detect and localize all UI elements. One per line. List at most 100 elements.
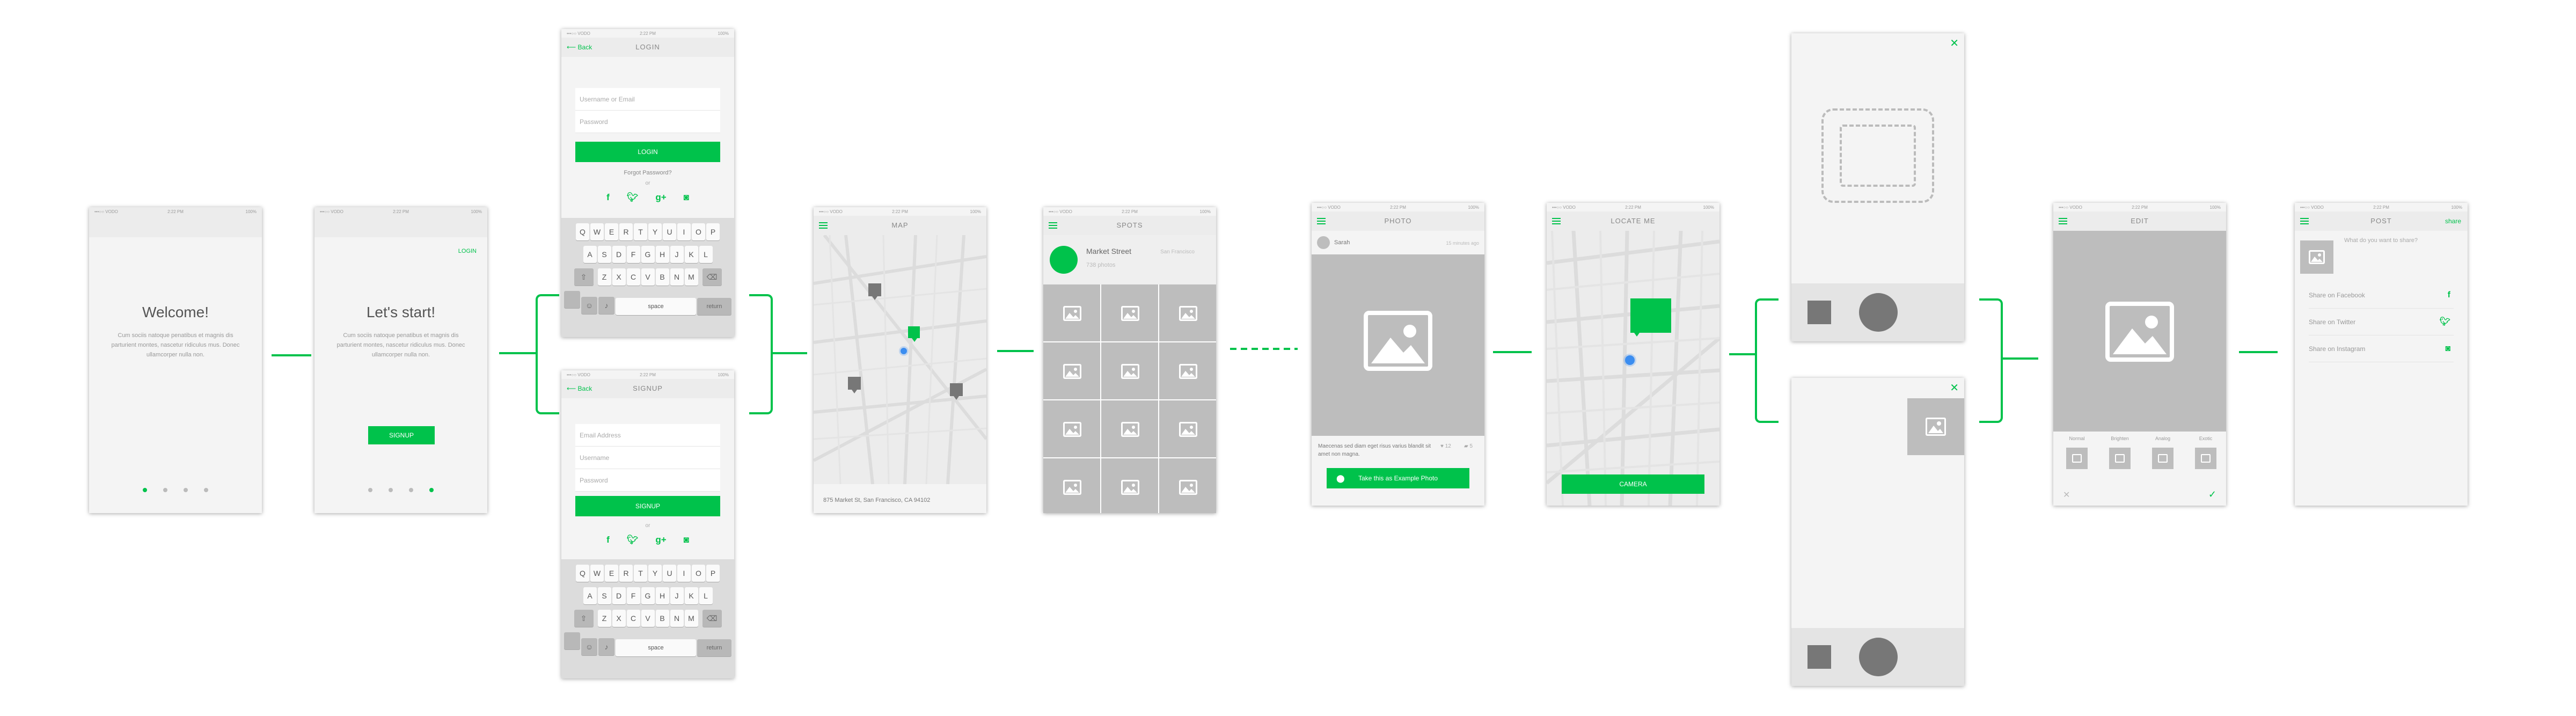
key-h[interactable]: H: [655, 587, 669, 604]
key-j[interactable]: J: [670, 246, 684, 263]
key-v[interactable]: V: [641, 268, 655, 286]
emoji-key[interactable]: ☺: [581, 638, 597, 655]
page-dot[interactable]: [184, 488, 188, 492]
login-button[interactable]: LOGIN: [575, 142, 720, 162]
photo-thumbnail[interactable]: [1043, 342, 1100, 399]
twitter-icon[interactable]: 🐦︎: [627, 535, 639, 545]
key-s[interactable]: S: [597, 587, 611, 604]
key-b[interactable]: B: [655, 610, 669, 627]
key-k[interactable]: K: [684, 587, 698, 604]
key-r[interactable]: R: [619, 565, 633, 582]
share-option[interactable]: Share on Twitter 🐦︎: [2309, 309, 2454, 335]
key-m[interactable]: M: [684, 268, 698, 286]
key-j[interactable]: J: [670, 587, 684, 604]
password-input[interactable]: Password: [575, 111, 720, 133]
spot-pin[interactable]: [950, 383, 963, 400]
page-dot[interactable]: [143, 488, 147, 492]
google-plus-icon[interactable]: g+: [655, 535, 666, 545]
space-key[interactable]: space: [616, 639, 696, 656]
share-option[interactable]: Share on Facebook f: [2309, 282, 2454, 309]
key-p[interactable]: P: [706, 223, 720, 240]
photo-thumbnail[interactable]: [1159, 342, 1216, 399]
key-m[interactable]: M: [684, 610, 698, 627]
page-dot[interactable]: [409, 488, 413, 492]
key-w[interactable]: W: [590, 565, 604, 582]
photo-thumbnail[interactable]: [1043, 284, 1100, 341]
key-f[interactable]: F: [626, 246, 640, 263]
key-a[interactable]: A: [583, 246, 597, 263]
key-e[interactable]: E: [605, 565, 618, 582]
photo-thumbnail[interactable]: [1043, 458, 1100, 513]
mic-key[interactable]: ♪: [598, 638, 614, 655]
key-k[interactable]: K: [684, 246, 698, 263]
page-dot[interactable]: [389, 488, 393, 492]
key-n[interactable]: N: [670, 268, 684, 286]
key-q[interactable]: Q: [576, 223, 589, 240]
key-t[interactable]: T: [634, 565, 647, 582]
key-p[interactable]: P: [706, 565, 720, 582]
shift-key[interactable]: ⇧: [574, 610, 594, 627]
key-u[interactable]: U: [663, 223, 676, 240]
key-r[interactable]: R: [619, 223, 633, 240]
instagram-icon[interactable]: ◙: [684, 192, 689, 203]
post-text-input[interactable]: What do you want to share?: [2344, 237, 2418, 244]
key-x[interactable]: X: [612, 268, 626, 286]
filter-option[interactable]: Normal: [2061, 436, 2093, 479]
filter-option[interactable]: Exotic: [2190, 436, 2222, 479]
captured-thumbnail[interactable]: [1907, 398, 1964, 455]
key-z[interactable]: Z: [597, 268, 611, 286]
key-g[interactable]: G: [641, 587, 655, 604]
facebook-icon[interactable]: f: [606, 535, 610, 545]
selected-spot-pin[interactable]: [908, 326, 920, 342]
close-icon[interactable]: ✕: [1950, 36, 1959, 50]
user-name[interactable]: Sarah: [1334, 239, 1350, 246]
filter-option[interactable]: Brighten: [2104, 436, 2136, 479]
delete-key[interactable]: ⌫: [702, 610, 722, 627]
key-d[interactable]: D: [612, 246, 626, 263]
instagram-icon[interactable]: ◙: [684, 535, 689, 545]
login-link[interactable]: LOGIN: [458, 248, 477, 254]
key-o[interactable]: O: [692, 223, 705, 240]
forgot-password-link[interactable]: Forgot Password?: [561, 170, 734, 176]
filter-option[interactable]: Analog: [2147, 436, 2179, 479]
facebook-icon[interactable]: f: [606, 192, 610, 203]
comment-count[interactable]: ▰ 5: [1464, 443, 1473, 449]
key-c[interactable]: C: [626, 268, 640, 286]
shutter-button[interactable]: [1859, 293, 1898, 332]
share-button[interactable]: share: [2445, 211, 2461, 231]
take-example-photo-button[interactable]: ⬤ Take this as Example Photo: [1327, 468, 1469, 488]
key-u[interactable]: U: [663, 565, 676, 582]
password-input[interactable]: Password: [575, 469, 720, 492]
close-icon[interactable]: ✕: [1950, 381, 1959, 394]
key-v[interactable]: V: [641, 610, 655, 627]
emoji-key[interactable]: ☺: [581, 297, 597, 314]
numbers-key[interactable]: [564, 291, 580, 308]
key-c[interactable]: C: [626, 610, 640, 627]
return-key[interactable]: return: [697, 298, 731, 315]
key-o[interactable]: O: [692, 565, 705, 582]
username-input[interactable]: Username: [575, 447, 720, 469]
photo-thumbnail[interactable]: [1159, 458, 1216, 513]
space-key[interactable]: space: [616, 298, 696, 315]
map-view[interactable]: [1547, 231, 1719, 506]
gallery-thumbnail[interactable]: [1807, 301, 1831, 324]
share-option[interactable]: Share on Instagram ◙: [2309, 336, 2454, 362]
key-f[interactable]: F: [626, 587, 640, 604]
key-i[interactable]: I: [677, 223, 691, 240]
photo-thumbnail[interactable]: [1101, 284, 1158, 341]
page-dot[interactable]: [163, 488, 167, 492]
photo-thumbnail[interactable]: [1043, 400, 1100, 457]
like-count[interactable]: ♥ 12: [1440, 443, 1451, 449]
mic-key[interactable]: ♪: [598, 297, 614, 314]
page-dot[interactable]: [204, 488, 208, 492]
gallery-thumbnail[interactable]: [1807, 645, 1831, 669]
key-i[interactable]: I: [677, 565, 691, 582]
key-a[interactable]: A: [583, 587, 597, 604]
page-dot[interactable]: [429, 488, 434, 492]
photo-thumbnail[interactable]: [1159, 400, 1216, 457]
page-dot[interactable]: [368, 488, 372, 492]
key-t[interactable]: T: [634, 223, 647, 240]
signup-button[interactable]: SIGNUP: [368, 426, 435, 444]
shutter-button[interactable]: [1859, 638, 1898, 676]
key-h[interactable]: H: [655, 246, 669, 263]
